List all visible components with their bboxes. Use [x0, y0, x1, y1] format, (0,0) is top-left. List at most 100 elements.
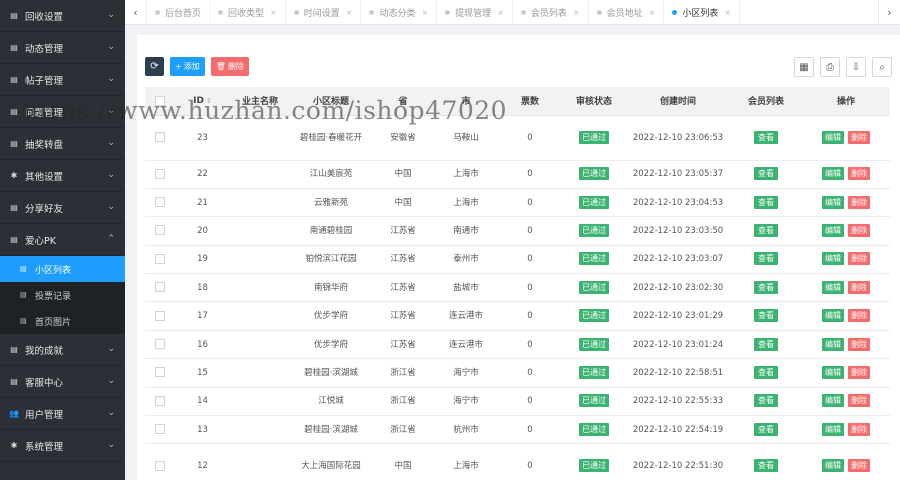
- row-checkbox[interactable]: [145, 188, 175, 218]
- row-delete-button[interactable]: 删除: [848, 195, 870, 209]
- row-delete-button[interactable]: 删除: [848, 337, 870, 351]
- sidebar-item[interactable]: ▤ 抽奖转盘 ⌄: [0, 128, 125, 160]
- row-checkbox[interactable]: [145, 160, 175, 189]
- sidebar-subitem[interactable]: ▤ 小区列表: [0, 256, 125, 282]
- close-icon[interactable]: ×: [724, 8, 731, 17]
- sidebar-item[interactable]: ▤ 我的成就 ⌄: [0, 334, 125, 366]
- edit-button[interactable]: 编辑: [822, 337, 844, 351]
- tab[interactable]: 提现管理 ×: [437, 0, 513, 25]
- edit-button[interactable]: 编辑: [822, 394, 844, 408]
- edit-button[interactable]: 编辑: [822, 130, 844, 144]
- view-members-button[interactable]: 查看: [754, 223, 778, 237]
- sidebar-subitem[interactable]: ▤ 首页图片: [0, 308, 125, 334]
- tab-dot-icon: [218, 9, 224, 15]
- view-members-button[interactable]: 查看: [754, 195, 778, 209]
- row-delete-button[interactable]: 删除: [848, 167, 870, 181]
- list-icon: ▤: [10, 235, 18, 244]
- table-row: 13 碧桂园·滨湖城 浙江省 杭州市 0 已通过 2022-12-10 22:54:19 查看…: [145, 415, 890, 445]
- row-delete-button[interactable]: 删除: [848, 309, 870, 323]
- close-icon[interactable]: ×: [270, 8, 277, 17]
- edit-button[interactable]: 编辑: [822, 459, 844, 473]
- tab[interactable]: 回收类型 ×: [210, 0, 286, 25]
- delete-button[interactable]: 🗑 删除: [210, 57, 249, 76]
- close-icon[interactable]: ×: [573, 8, 580, 17]
- tab[interactable]: 会员地址 ×: [589, 0, 665, 25]
- chevron-down-icon: ⌄: [107, 408, 115, 418]
- row-checkbox[interactable]: [145, 245, 175, 275]
- edit-button[interactable]: 编辑: [822, 167, 844, 181]
- row-delete-button[interactable]: 删除: [848, 422, 870, 436]
- row-checkbox[interactable]: [145, 443, 175, 480]
- columns-icon[interactable]: ▦: [794, 57, 814, 77]
- sidebar-item[interactable]: ✱ 其他设置 ⌄: [0, 160, 125, 192]
- tab[interactable]: 小区列表 ×: [664, 0, 741, 25]
- row-checkbox[interactable]: [145, 387, 175, 417]
- print-icon[interactable]: ⎙: [820, 57, 840, 77]
- row-delete-button[interactable]: 删除: [848, 252, 870, 266]
- row-checkbox[interactable]: [145, 301, 175, 331]
- row-checkbox[interactable]: [145, 115, 175, 161]
- col-id[interactable]: ID ⇕: [175, 87, 230, 116]
- view-members-button[interactable]: 查看: [754, 167, 778, 181]
- tab[interactable]: 后台首页: [147, 0, 211, 25]
- sidebar-item[interactable]: ▤ 分享好友 ⌄: [0, 192, 125, 224]
- row-delete-button[interactable]: 删除: [848, 459, 870, 473]
- close-icon[interactable]: ×: [421, 8, 428, 17]
- view-members-button[interactable]: 查看: [754, 280, 778, 294]
- view-members-button[interactable]: 查看: [754, 130, 778, 144]
- cell-owner: [230, 188, 290, 218]
- edit-button[interactable]: 编辑: [822, 422, 844, 436]
- view-members-button[interactable]: 查看: [754, 252, 778, 266]
- close-icon[interactable]: ×: [497, 8, 504, 17]
- edit-button[interactable]: 编辑: [822, 309, 844, 323]
- cell-city: 海宁市: [434, 358, 498, 388]
- sidebar-item[interactable]: ▤ 问题管理 ⌄: [0, 96, 125, 128]
- row-delete-button[interactable]: 删除: [848, 394, 870, 408]
- tab-scroll-right-icon[interactable]: ›: [878, 0, 900, 25]
- refresh-button[interactable]: ⟳: [145, 57, 164, 76]
- row-checkbox[interactable]: [145, 330, 175, 360]
- select-all-checkbox[interactable]: [145, 87, 175, 116]
- row-checkbox[interactable]: [145, 273, 175, 303]
- sidebar-item[interactable]: 👥 用户管理 ⌄: [0, 398, 125, 430]
- edit-button[interactable]: 编辑: [822, 252, 844, 266]
- tab[interactable]: 会员列表 ×: [513, 0, 589, 25]
- edit-button[interactable]: 编辑: [822, 223, 844, 237]
- row-delete-button[interactable]: 删除: [848, 130, 870, 144]
- edit-button[interactable]: 编辑: [822, 365, 844, 379]
- tab-scroll-left-icon[interactable]: ‹: [125, 0, 147, 25]
- edit-button[interactable]: 编辑: [822, 280, 844, 294]
- row-delete-button[interactable]: 删除: [848, 365, 870, 379]
- community-table: ID ⇕ 业主名称 小区标题 省 市 票数 审核状态 创建时间 会员列表 操作 2…: [145, 87, 890, 480]
- edit-button[interactable]: 编辑: [822, 195, 844, 209]
- cell-members: 查看: [730, 387, 802, 417]
- sidebar-subitem[interactable]: ▤ 投票记录: [0, 282, 125, 308]
- sidebar-item[interactable]: ▤ 动态管理 ⌄: [0, 32, 125, 64]
- view-members-button[interactable]: 查看: [754, 337, 778, 351]
- tab[interactable]: 动态分类 ×: [361, 0, 438, 25]
- close-icon[interactable]: ×: [346, 8, 353, 17]
- col-members: 会员列表: [730, 87, 802, 116]
- sidebar-item[interactable]: ▤ 客服中心 ⌄: [0, 366, 125, 398]
- sidebar-item[interactable]: ▤ 帖子管理 ⌄: [0, 64, 125, 96]
- sidebar-item[interactable]: ✱ 系统管理 ⌄: [0, 430, 125, 462]
- row-checkbox[interactable]: [145, 358, 175, 388]
- sidebar-item[interactable]: ▤ 爱心PK ⌃: [0, 224, 125, 256]
- view-members-button[interactable]: 查看: [754, 459, 778, 473]
- row-checkbox[interactable]: [145, 415, 175, 445]
- export-icon[interactable]: ⇩: [846, 57, 866, 77]
- tab[interactable]: 时间设置 ×: [286, 0, 362, 25]
- row-delete-button[interactable]: 删除: [848, 280, 870, 294]
- close-icon[interactable]: ×: [649, 8, 656, 17]
- row-delete-button[interactable]: 删除: [848, 223, 870, 237]
- cell-id: 16: [175, 330, 230, 360]
- row-checkbox[interactable]: [145, 216, 175, 246]
- add-button[interactable]: + 添加: [170, 57, 205, 76]
- search-icon[interactable]: ⌕: [872, 57, 892, 77]
- sidebar-item[interactable]: ▤ 回收设置 ⌄: [0, 0, 125, 32]
- tab-label: 回收类型: [228, 8, 265, 19]
- view-members-button[interactable]: 查看: [754, 365, 778, 379]
- view-members-button[interactable]: 查看: [754, 394, 778, 408]
- view-members-button[interactable]: 查看: [754, 309, 778, 323]
- view-members-button[interactable]: 查看: [754, 422, 778, 436]
